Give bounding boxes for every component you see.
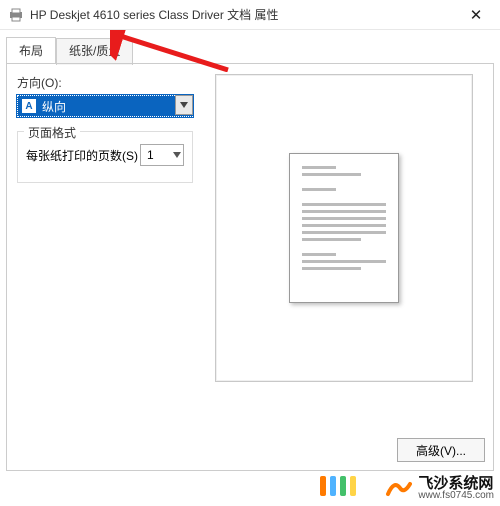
tab-layout[interactable]: 布局 [6, 37, 56, 64]
preview-page [289, 153, 399, 303]
printer-icon [8, 8, 24, 22]
watermark-url: www.fs0745.com [418, 491, 494, 501]
close-button[interactable]: ✕ [456, 1, 496, 29]
window-title: HP Deskjet 4610 series Class Driver 文档 属… [30, 6, 456, 23]
pages-per-sheet-value: 1 [147, 148, 154, 162]
tab-paper-quality[interactable]: 纸张/质量 [56, 38, 133, 65]
watermark-name: 飞沙系统网 [418, 476, 494, 491]
tab-panel-layout: 方向(O): A 纵向 页面格式 每张纸打印的页数(S) 1 [6, 63, 494, 471]
chevron-down-icon [173, 150, 181, 161]
portrait-icon: A [22, 99, 36, 113]
advanced-button[interactable]: 高级(V)... [397, 438, 485, 462]
watermark-accent [320, 476, 356, 496]
watermark: 飞沙系统网 www.fs0745.com [384, 474, 494, 502]
chevron-down-icon[interactable] [175, 95, 193, 115]
pages-per-sheet-label: 每张纸打印的页数(S) [26, 147, 138, 164]
page-format-group: 页面格式 每张纸打印的页数(S) 1 [17, 131, 193, 183]
pages-per-sheet-select[interactable]: 1 [140, 144, 184, 166]
orientation-label: 方向(O): [17, 74, 193, 91]
tab-strip: 布局 纸张/质量 [0, 30, 500, 63]
page-format-title: 页面格式 [24, 124, 80, 141]
titlebar: HP Deskjet 4610 series Class Driver 文档 属… [0, 0, 500, 30]
orientation-value: 纵向 [42, 98, 188, 115]
orientation-select[interactable]: A 纵向 [17, 95, 193, 117]
print-preview-panel [215, 74, 473, 382]
watermark-logo-icon [384, 474, 412, 502]
